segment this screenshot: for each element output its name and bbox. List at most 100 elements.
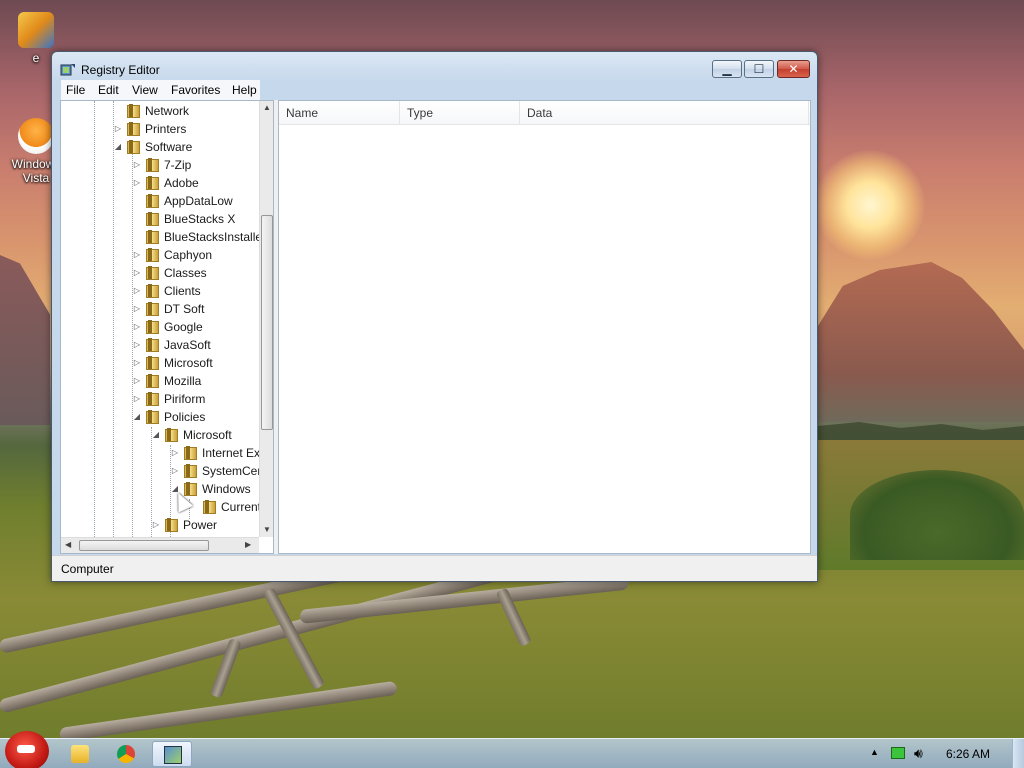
folder-icon	[144, 374, 160, 388]
expand-icon[interactable]: ▷	[132, 246, 142, 264]
folder-icon	[71, 745, 89, 763]
tree-node-label: Microsoft	[164, 356, 213, 370]
client-area: Network ▷ Printers ◢ Software ▷ 7-Zip ▷ Adobe App…	[60, 100, 811, 554]
expand-icon[interactable]: ▷	[151, 516, 161, 534]
expand-icon[interactable]: ▷	[132, 156, 142, 174]
tree-node[interactable]: ▷ Adobe	[132, 174, 199, 192]
tree-node[interactable]: ▷ Caphyon	[132, 246, 212, 264]
tree-guide-line	[113, 101, 114, 537]
collapse-icon[interactable]: ◢	[151, 426, 161, 444]
tree-node[interactable]: ▷ Clients	[132, 282, 201, 300]
maximize-button[interactable]: ☐	[744, 60, 774, 78]
tree-node[interactable]: ▷ SystemCer	[170, 462, 259, 480]
tree-vertical-scroll-thumb[interactable]	[261, 215, 273, 430]
file-icon	[18, 12, 54, 48]
menu-edit[interactable]: Edit	[98, 83, 119, 97]
tree-horizontal-scrollbar[interactable]: ◀ ▶	[61, 537, 259, 553]
tree-node[interactable]: Current	[189, 498, 259, 516]
tree-node[interactable]: AppDataLow	[132, 192, 233, 210]
column-header-data[interactable]: Data	[520, 101, 809, 125]
scroll-down-icon[interactable]: ▼	[263, 525, 271, 534]
registry-tree[interactable]: Network ▷ Printers ◢ Software ▷ 7-Zip ▷ Adobe App…	[60, 100, 274, 554]
column-header-name[interactable]: Name	[279, 101, 400, 125]
tree-view: Network ▷ Printers ◢ Software ▷ 7-Zip ▷ Adobe App…	[61, 101, 259, 537]
menu-help[interactable]: Help	[232, 83, 257, 97]
taskbar-explorer-button[interactable]	[60, 741, 100, 767]
tree-node[interactable]: Network	[113, 102, 189, 120]
folder-icon	[144, 356, 160, 370]
tree-node-label: Classes	[164, 266, 207, 280]
fence-rail	[59, 680, 398, 742]
menu-view[interactable]: View	[132, 83, 158, 97]
collapse-icon[interactable]: ◢	[132, 408, 142, 426]
menu-file[interactable]: File	[66, 83, 85, 97]
tree-node[interactable]: ▷ Printers	[113, 120, 186, 138]
values-list[interactable]: Name Type Data	[278, 100, 811, 554]
folder-icon	[125, 122, 141, 136]
tree-node[interactable]: ▷ Google	[132, 318, 203, 336]
regedit-icon	[164, 746, 182, 764]
expand-icon[interactable]: ▷	[132, 264, 142, 282]
tree-node[interactable]: BlueStacks X	[132, 210, 235, 228]
tree-node[interactable]: ◢ Software	[113, 138, 192, 156]
close-button[interactable]: ✕	[777, 60, 810, 78]
tree-node[interactable]: ▷ Internet Exp	[170, 444, 259, 462]
expand-icon[interactable]: ▷	[132, 318, 142, 336]
tree-node-label: DT Soft	[164, 302, 205, 316]
expand-icon[interactable]: ▷	[132, 390, 142, 408]
expand-icon[interactable]: ▷	[170, 444, 180, 462]
start-button[interactable]	[5, 731, 49, 768]
expand-icon[interactable]: ▷	[132, 174, 142, 192]
tree-node[interactable]: ▷ Microsoft	[132, 354, 213, 372]
folder-icon	[144, 302, 160, 316]
tree-node[interactable]: ◢ Microsoft	[151, 426, 232, 444]
expand-icon[interactable]: ▷	[132, 300, 142, 318]
expand-icon[interactable]: ▷	[132, 282, 142, 300]
tree-horizontal-scroll-thumb[interactable]	[79, 540, 209, 551]
folder-icon	[144, 392, 160, 406]
tray-overflow-icon[interactable]: ▲	[870, 747, 879, 757]
tree-guide-line	[94, 101, 95, 537]
expand-icon[interactable]: ▷	[132, 372, 142, 390]
taskbar: ▲ 🔊︎ 6:26 AM	[0, 731, 1024, 768]
scroll-up-icon[interactable]: ▲	[263, 103, 271, 112]
expand-icon[interactable]: ▷	[170, 462, 180, 480]
folder-icon	[144, 320, 160, 334]
chrome-icon	[117, 745, 135, 763]
tree-node[interactable]: ▷ DT Soft	[132, 300, 204, 318]
tree-node-label: Current	[221, 500, 259, 514]
network-icon[interactable]	[891, 747, 905, 759]
clock[interactable]: 6:26 AM	[946, 747, 990, 761]
tree-node[interactable]: ▷ Power	[151, 516, 217, 534]
close-icon: ✕	[788, 62, 799, 76]
tree-node[interactable]: ◢ Policies	[132, 408, 205, 426]
tree-node[interactable]: ▷ Classes	[132, 264, 207, 282]
tree-node[interactable]: ▷ Mozilla	[132, 372, 201, 390]
minimize-button[interactable]: ▁	[712, 60, 742, 78]
menu-favorites[interactable]: Favorites	[171, 83, 220, 97]
expand-icon[interactable]: ▷	[132, 354, 142, 372]
column-header-type[interactable]: Type	[400, 101, 520, 125]
tree-vertical-scrollbar[interactable]: ▲ ▼	[259, 101, 273, 537]
collapse-icon[interactable]: ◢	[113, 138, 123, 156]
tree-node[interactable]: ▷ JavaSoft	[132, 336, 211, 354]
tree-node[interactable]: ▷ Piriform	[132, 390, 205, 408]
taskbar-chrome-button[interactable]	[106, 741, 146, 767]
registry-editor-window: Registry Editor ▁ ☐ ✕ File Edit View Fav…	[51, 51, 818, 582]
scroll-left-icon[interactable]: ◀	[65, 540, 71, 549]
show-desktop-button[interactable]	[1012, 739, 1024, 768]
tree-node[interactable]: ▷ 7-Zip	[132, 156, 191, 174]
expand-icon[interactable]: ▷	[113, 120, 123, 138]
tree-node-label: JavaSoft	[164, 338, 211, 352]
tree-node[interactable]: BlueStacksInstaller	[132, 228, 259, 246]
tree-node-label: BlueStacksInstaller	[164, 230, 259, 244]
tree-node-label: Policies	[164, 410, 206, 424]
tree-node-label: Printers	[145, 122, 187, 136]
tree-node-label: Caphyon	[164, 248, 213, 262]
folder-icon	[125, 140, 141, 154]
tree-node-label: BlueStacks X	[164, 212, 236, 226]
scroll-right-icon[interactable]: ▶	[245, 540, 251, 549]
expand-icon[interactable]: ▷	[132, 336, 142, 354]
taskbar-regedit-button[interactable]	[152, 741, 192, 767]
volume-icon[interactable]: 🔊︎	[914, 745, 923, 762]
